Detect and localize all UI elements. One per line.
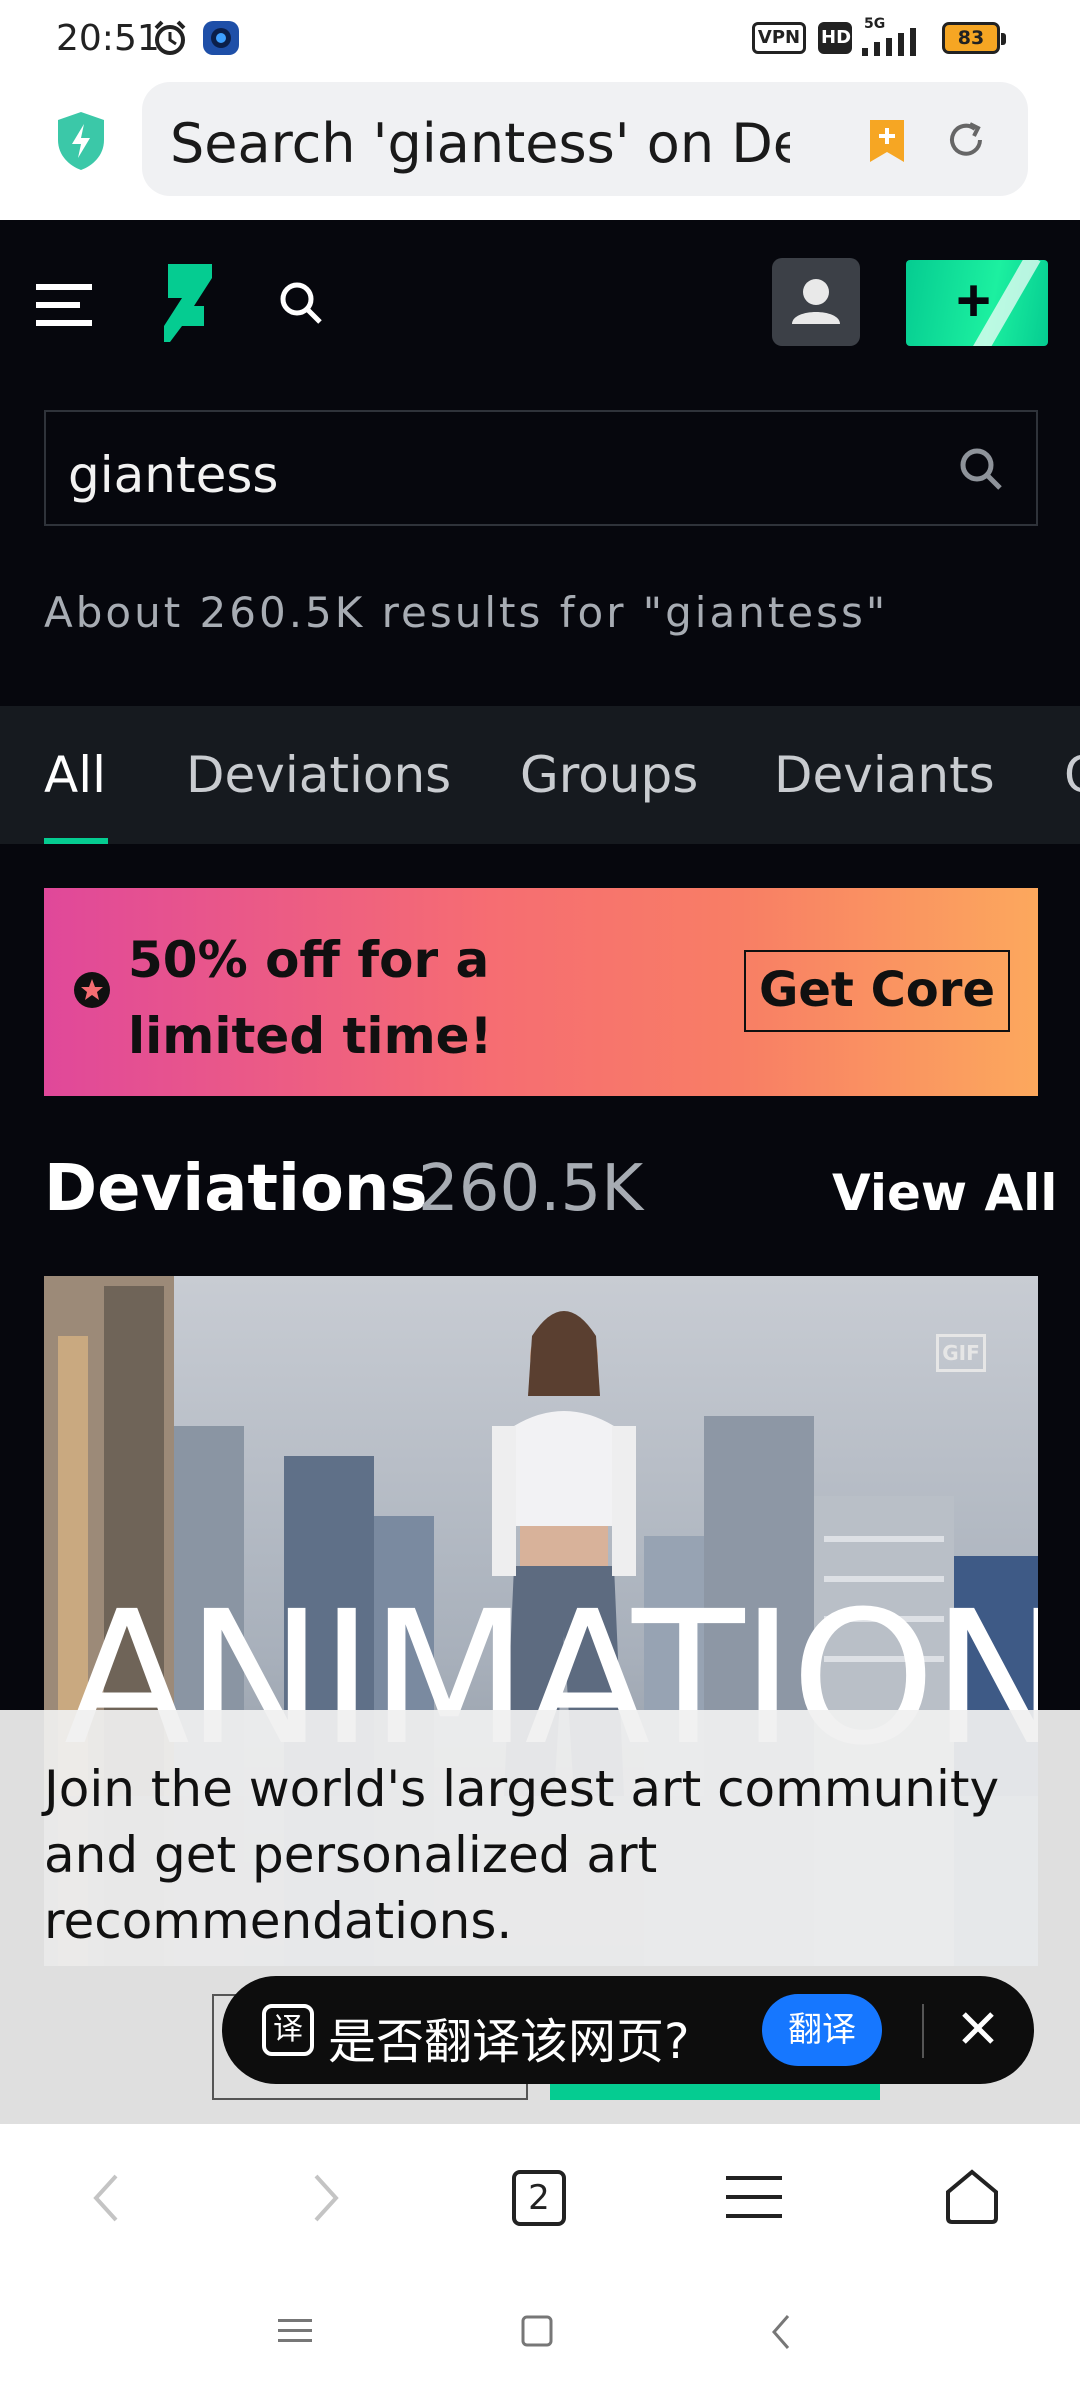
tab-more[interactable]: C — [1064, 746, 1080, 804]
get-core-button[interactable]: Get Core — [744, 950, 1010, 1032]
close-icon[interactable] — [952, 2002, 1004, 2059]
deviations-heading: Deviations — [44, 1152, 428, 1226]
browser-bottom-bar — [0, 2124, 1080, 2400]
reload-icon[interactable] — [942, 116, 990, 169]
address-text[interactable]: Search 'giantess' on Dev — [170, 112, 790, 175]
home-icon[interactable] — [942, 2166, 1002, 2231]
search-value[interactable]: giantess — [68, 446, 278, 504]
promo-banner: 50% off for a limited time! Get Core — [44, 888, 1038, 1096]
user-button[interactable] — [772, 258, 860, 346]
app-notification-icon — [200, 18, 242, 63]
tab-deviations[interactable]: Deviations — [186, 746, 451, 804]
deviations-count: 260.5K — [418, 1152, 644, 1226]
gif-badge: GIF — [936, 1334, 986, 1372]
signal-icon — [862, 28, 930, 61]
system-recents-icon[interactable] — [276, 2316, 316, 2351]
status-time: 20:51 — [56, 18, 160, 59]
system-home-icon[interactable] — [520, 2314, 554, 2353]
promo-text: 50% off for a limited time! — [128, 931, 493, 1065]
back-icon[interactable] — [86, 2170, 126, 2231]
translate-icon: 译 — [262, 2004, 314, 2056]
vpn-badge: VPN — [752, 22, 806, 54]
address-bar[interactable]: Search 'giantess' on Dev — [142, 82, 1028, 196]
avatar-icon — [792, 279, 840, 324]
security-shield-icon[interactable] — [54, 110, 108, 177]
tab-groups[interactable]: Groups — [520, 746, 698, 804]
tab-deviants[interactable]: Deviants — [774, 746, 995, 804]
menu-lines-icon[interactable] — [726, 2172, 784, 2227]
translate-question: 是否翻译该网页? — [328, 2014, 690, 2070]
translate-toast: 译 是否翻译该网页? 翻译 — [222, 1976, 1034, 2084]
join-message: Join the world's largest art community a… — [44, 1760, 1000, 1950]
search-tabs: All Deviations Groups Deviants C — [0, 706, 1080, 844]
view-all-link[interactable]: View All — [832, 1164, 1057, 1222]
forward-icon[interactable] — [306, 2170, 346, 2231]
results-count: About 260.5K results for "giantess" — [44, 588, 889, 637]
battery-indicator: 83 — [942, 22, 1006, 54]
system-back-icon[interactable] — [766, 2312, 796, 2357]
active-tab-indicator — [44, 838, 108, 844]
plus-icon: + — [956, 267, 992, 334]
menu-icon[interactable] — [36, 280, 96, 335]
tab-switcher-button[interactable]: 2 — [512, 2170, 566, 2226]
search-input[interactable]: giantess — [44, 410, 1038, 526]
alarm-icon — [150, 18, 190, 63]
hd-badge: HD — [818, 22, 852, 54]
add-bookmark-icon[interactable] — [864, 116, 910, 171]
status-bar: 20:51 VPN HD 5G 83 — [0, 0, 1080, 76]
submit-button[interactable]: + — [906, 260, 1048, 346]
tab-all[interactable]: All — [44, 746, 106, 804]
header-search-icon[interactable] — [276, 278, 326, 333]
star-badge-icon — [72, 970, 112, 1015]
translate-button[interactable]: 翻译 — [762, 1994, 882, 2066]
search-icon[interactable] — [956, 444, 1006, 499]
deviantart-logo[interactable] — [160, 264, 216, 347]
